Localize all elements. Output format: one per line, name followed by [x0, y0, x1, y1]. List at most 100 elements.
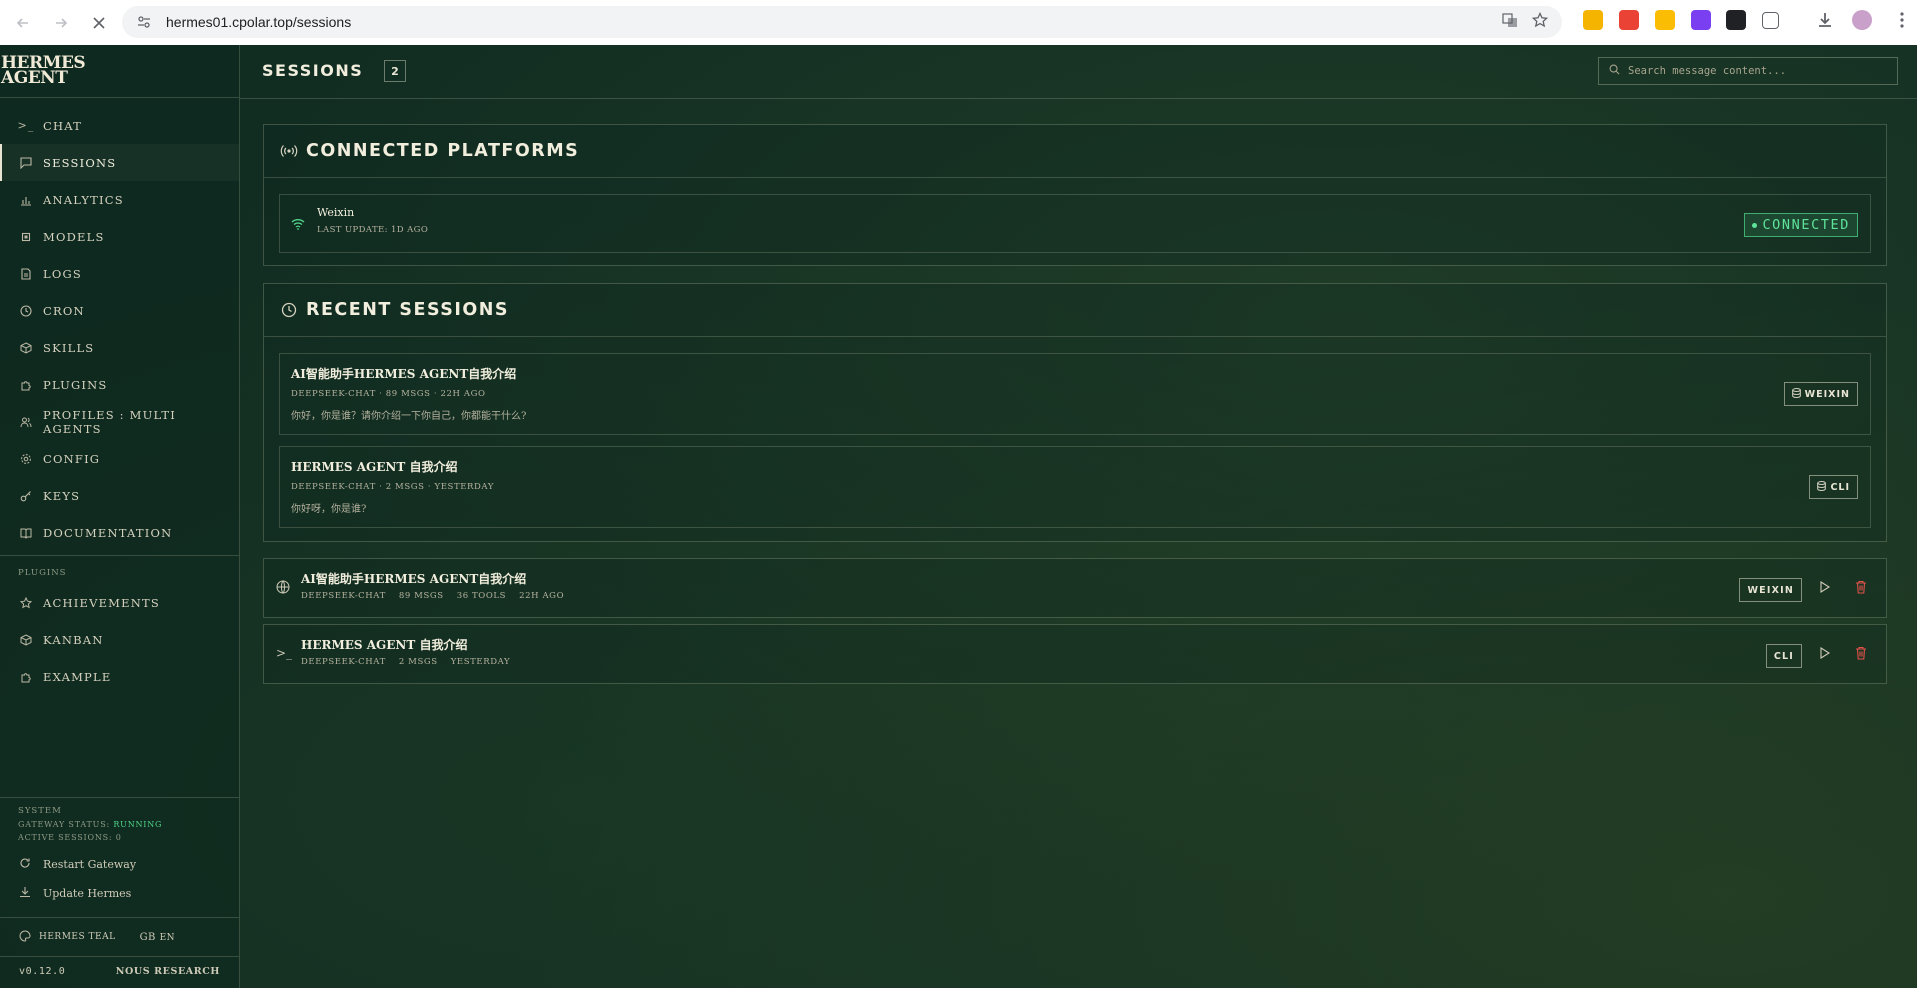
back-icon[interactable] — [12, 12, 34, 34]
card-header: RECENT SESSIONS — [264, 284, 1886, 337]
nav-item-sessions[interactable]: SESSIONS — [0, 144, 239, 181]
file-text-icon — [19, 267, 33, 281]
nav-item-profiles[interactable]: PROFILES : MULTI AGENTS — [0, 403, 239, 440]
session-tool-count: 36 TOOLS — [456, 591, 507, 601]
nav-label: CONFIG — [43, 451, 101, 466]
theme-selector[interactable]: HERMES TEAL — [39, 932, 116, 942]
session-model: DEEPSEEK-CHAT — [301, 591, 386, 601]
version-row: v0.12.0 NOUS RESEARCH — [0, 961, 239, 981]
nav-item-logs[interactable]: LOGS — [0, 255, 239, 292]
page-title: SESSIONS — [262, 61, 364, 80]
play-icon[interactable] — [1819, 581, 1831, 596]
nav-item-skills[interactable]: SKILLS — [0, 329, 239, 366]
url-path: /sessions — [292, 14, 352, 30]
nav-label: SKILLS — [43, 340, 95, 355]
stop-loading-icon[interactable] — [88, 12, 110, 34]
nav-label: CHAT — [43, 118, 82, 133]
nav-item-analytics[interactable]: ANALYTICS — [0, 181, 239, 218]
system-panel: SYSTEM GATEWAY STATUS: RUNNING ACTIVE SE… — [0, 797, 239, 908]
download-icon[interactable] — [1815, 10, 1835, 30]
session-meta: DEEPSEEK-CHAT · 2 MSGS · YESTERDAY — [291, 482, 495, 492]
nav-label: PLUGINS — [43, 377, 108, 392]
delete-icon[interactable] — [1855, 645, 1867, 664]
update-hermes-label: Update Hermes — [43, 887, 132, 900]
session-row[interactable]: AI智能助手HERMES AGENT自我介绍 DEEPSEEK-CHAT 89 … — [263, 558, 1887, 618]
nav-item-keys[interactable]: KEYS — [0, 477, 239, 514]
org-link[interactable]: NOUS RESEARCH — [116, 966, 239, 977]
globe-icon — [276, 580, 290, 597]
puzzle-icon — [19, 670, 33, 684]
play-icon[interactable] — [1819, 647, 1831, 662]
extension-icon-3[interactable] — [1655, 10, 1675, 30]
bookmark-star-icon[interactable] — [1531, 11, 1549, 32]
session-msg-count: 89 MSGS — [398, 591, 444, 601]
status-dot — [1752, 222, 1758, 228]
card-header: CONNECTED PLATFORMS — [264, 125, 1886, 178]
translate-icon[interactable] — [1502, 12, 1518, 32]
system-label: SYSTEM — [18, 806, 62, 816]
extension-icon-2[interactable] — [1619, 10, 1639, 30]
nav-item-chat[interactable]: >_ CHAT — [0, 107, 239, 144]
update-hermes-button[interactable]: Update Hermes — [0, 879, 239, 908]
plugins-section-label: PLUGINS — [18, 568, 67, 578]
extension-icon-4[interactable] — [1691, 10, 1711, 30]
version-label: v0.12.0 — [19, 965, 66, 977]
page-header: SESSIONS 2 — [240, 45, 1917, 99]
session-preview: 你好呀，你是谁? — [291, 504, 367, 515]
source-tag-label: WEIXIN — [1804, 388, 1850, 400]
restart-gateway-button[interactable]: Restart Gateway — [0, 850, 239, 879]
nav-item-documentation[interactable]: DOCUMENTATION — [0, 514, 239, 551]
extension-icon-5[interactable] — [1726, 10, 1746, 30]
database-icon — [1791, 387, 1801, 401]
nav-item-config[interactable]: CONFIG — [0, 440, 239, 477]
session-title: AI智能助手HERMES AGENT自我介绍 — [301, 572, 527, 586]
connected-platforms-card: CONNECTED PLATFORMS Weixin LAST UPDATE: … — [263, 124, 1887, 266]
language-flag: GB — [139, 931, 156, 943]
recent-session-item[interactable]: HERMES AGENT 自我介绍 DEEPSEEK-CHAT · 2 MSGS… — [279, 446, 1871, 528]
extensions-puzzle-icon[interactable] — [1762, 12, 1779, 29]
browser-toolbar: hermes01.cpolar.top/sessions — [0, 0, 1917, 46]
browser-menu-icon[interactable] — [1892, 10, 1912, 30]
package-icon — [19, 341, 33, 355]
search-input[interactable] — [1626, 64, 1880, 78]
source-tag-weixin: WEIXIN — [1783, 382, 1858, 406]
session-row[interactable]: >_ HERMES AGENT 自我介绍 DEEPSEEK-CHAT 2 MSG… — [263, 624, 1887, 684]
cpu-icon — [19, 230, 33, 244]
recent-session-item[interactable]: AI智能助手HERMES AGENT自我介绍 DEEPSEEK-CHAT · 8… — [279, 353, 1871, 435]
nav-item-models[interactable]: MODELS — [0, 218, 239, 255]
nav-item-example[interactable]: EXAMPLE — [0, 658, 239, 695]
session-msg-count: 2 MSGS — [398, 657, 438, 667]
broadcast-icon — [280, 144, 298, 158]
main-nav: >_ CHAT SESSIONS ANALYTICS MODELS LOGS C… — [0, 98, 239, 551]
nav-label: KEYS — [43, 488, 81, 503]
session-count-badge: 2 — [384, 60, 406, 82]
users-icon — [19, 415, 33, 429]
url-text[interactable]: hermes01.cpolar.top/sessions — [166, 14, 351, 30]
profile-avatar[interactable] — [1852, 10, 1872, 30]
palette-icon — [19, 929, 31, 945]
nav-label: DOCUMENTATION — [43, 525, 173, 540]
site-info-icon[interactable] — [136, 13, 154, 31]
nav-label: ANALYTICS — [43, 192, 124, 207]
language-selector[interactable]: GB EN — [140, 932, 175, 943]
brand-logo[interactable]: HERMES AGENT — [0, 45, 239, 98]
active-sessions-count: ACTIVE SESSIONS: 0 — [18, 833, 122, 842]
nav-item-achievements[interactable]: ACHIEVEMENTS — [0, 584, 239, 621]
card-title: RECENT SESSIONS — [306, 300, 510, 320]
session-title: AI智能助手HERMES AGENT自我介绍 — [291, 367, 517, 381]
address-bar[interactable]: hermes01.cpolar.top/sessions — [122, 6, 1562, 38]
nav-item-plugins[interactable]: PLUGINS — [0, 366, 239, 403]
nav-item-kanban[interactable]: KANBAN — [0, 621, 239, 658]
book-icon — [19, 526, 33, 540]
extension-icon-1[interactable] — [1583, 10, 1603, 30]
source-tag-weixin: WEIXIN — [1739, 578, 1802, 602]
nav-item-cron[interactable]: CRON — [0, 292, 239, 329]
forward-icon[interactable] — [50, 12, 72, 34]
platform-last-update: LAST UPDATE: 1D AGO — [317, 225, 429, 235]
message-search[interactable] — [1598, 57, 1898, 85]
sidebar: HERMES AGENT >_ CHAT SESSIONS ANALYTICS — [0, 45, 240, 988]
nav-label: CRON — [43, 303, 85, 318]
session-model: DEEPSEEK-CHAT — [301, 657, 386, 667]
session-meta: DEEPSEEK-CHAT · 89 MSGS · 22H AGO — [291, 389, 486, 399]
delete-icon[interactable] — [1855, 579, 1867, 598]
